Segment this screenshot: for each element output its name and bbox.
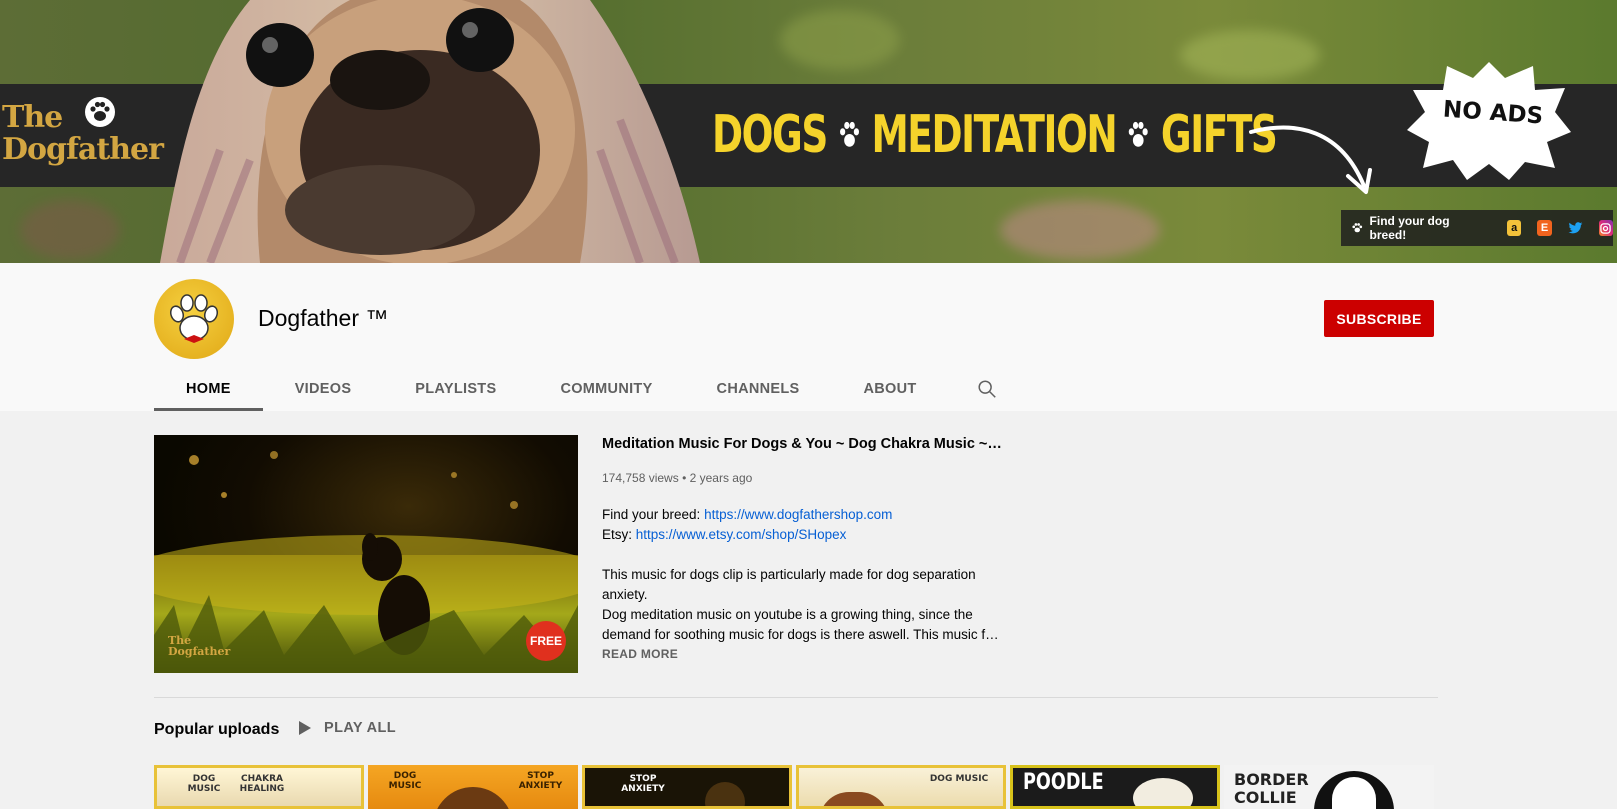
banner-links: Find your dog breed! a E [1341, 210, 1613, 246]
featured-video-description: Find your breed: https://www.dogfathersh… [602, 505, 1002, 645]
popular-uploads-row: DOG MUSIC CHAKRA HEALING DOG MUSIC STOP … [154, 765, 1434, 809]
etsy-label: Etsy: [602, 527, 636, 542]
paw-icon [1352, 223, 1363, 233]
logo-line-2: Dogfather [2, 132, 164, 167]
paw-icon [839, 121, 859, 147]
upload-age: 2 years ago [689, 471, 753, 485]
description-paragraph-1: This music for dogs clip is particularly… [602, 567, 976, 602]
read-more-button[interactable]: READ MORE [602, 647, 678, 661]
thumbnail-label-right: DOG MUSIC [929, 774, 989, 784]
find-breed-link[interactable]: Find your dog breed! [1370, 214, 1477, 242]
thumbnail-logo-line-2: Dogfather [168, 645, 231, 658]
instagram-icon[interactable] [1598, 220, 1613, 236]
section-divider [154, 697, 1438, 698]
video-thumbnail[interactable]: BORDER COLLIE [1224, 765, 1434, 809]
video-thumbnail[interactable]: STOP ANXIETY [582, 765, 792, 809]
video-thumbnail[interactable]: DOG MUSIC STOP ANXIETY [368, 765, 578, 809]
free-badge: FREE [526, 621, 566, 661]
play-all-label: PLAY ALL [324, 720, 396, 736]
thumbnail-label-right: STOP ANXIETY [518, 771, 563, 791]
channel-name: Dogfather ™ [258, 305, 389, 331]
thumbnail-label-left: STOP ANXIETY [621, 774, 665, 794]
thumbnail-label-left: BORDER COLLIE [1234, 770, 1309, 807]
tagline-meditation: MEDITATION [871, 105, 1117, 165]
channel-avatar[interactable] [154, 279, 234, 359]
etsy-icon[interactable]: E [1537, 220, 1552, 236]
description-paragraph-2: Dog meditation music on youtube is a gro… [602, 607, 973, 622]
channel-search-button[interactable] [957, 367, 1017, 411]
pug-photo [160, 0, 700, 263]
popular-uploads-title[interactable]: Popular uploads [154, 721, 279, 739]
meta-separator: • [682, 471, 690, 485]
featured-video-title[interactable]: Meditation Music For Dogs & You ~ Dog Ch… [602, 436, 1002, 452]
etsy-link[interactable]: https://www.etsy.com/shop/SHopex [636, 527, 847, 542]
thumbnail-label-left: DOG MUSIC [388, 771, 422, 791]
tab-videos[interactable]: VIDEOS [263, 367, 384, 411]
curved-arrow-icon [1249, 125, 1372, 194]
featured-video-thumbnail[interactable]: The Dogfather FREE [154, 435, 578, 673]
channel-banner: The Dogfather DOGS MEDITATION GIFTS NO A… [0, 0, 1617, 263]
dogfathershop-link[interactable]: https://www.dogfathershop.com [704, 507, 892, 522]
thumbnail-label-left: DOG MUSIC [187, 774, 221, 794]
thumbnail-label-right: CHAKRA HEALING [239, 774, 285, 794]
video-thumbnail[interactable]: POODLE [1010, 765, 1220, 809]
play-all-button[interactable]: PLAY ALL [298, 720, 396, 736]
video-thumbnail[interactable]: DOG MUSIC [796, 765, 1006, 809]
paw-icon [169, 294, 219, 343]
breed-label: Find your breed: [602, 507, 705, 522]
tab-community[interactable]: COMMUNITY [528, 367, 684, 411]
paw-icon [85, 97, 115, 127]
view-count: 174,758 views [602, 471, 679, 485]
play-icon [299, 721, 311, 735]
channel-tabs: HOME VIDEOS PLAYLISTS COMMUNITY CHANNELS… [154, 367, 1017, 411]
tab-about[interactable]: ABOUT [832, 367, 949, 411]
dogfather-logo: The Dogfather [0, 97, 164, 170]
amazon-icon[interactable]: a [1507, 220, 1522, 236]
channel-header: Dogfather ™ SUBSCRIBE HOME VIDEOS PLAYLI… [0, 263, 1617, 411]
tab-channels[interactable]: CHANNELS [685, 367, 832, 411]
twitter-icon[interactable] [1568, 220, 1583, 236]
featured-video-meta: 174,758 views • 2 years ago [602, 471, 752, 485]
video-thumbnail[interactable]: DOG MUSIC CHAKRA HEALING [154, 765, 364, 809]
tagline-dogs: DOGS [712, 105, 828, 165]
tab-home[interactable]: HOME [154, 367, 263, 411]
thumbnail-label-left: POODLE [1023, 770, 1104, 795]
tab-playlists[interactable]: PLAYLISTS [383, 367, 528, 411]
search-icon [978, 380, 996, 398]
subscribe-button[interactable]: SUBSCRIBE [1324, 300, 1434, 337]
logo-line-1: The [2, 100, 63, 135]
banner-tagline: DOGS MEDITATION GIFTS [712, 105, 1278, 165]
thumbnail-logo: The Dogfather [168, 635, 230, 657]
paw-icon [1129, 121, 1149, 147]
description-paragraph-2-cont: demand for soothing music for dogs is th… [602, 627, 1002, 642]
